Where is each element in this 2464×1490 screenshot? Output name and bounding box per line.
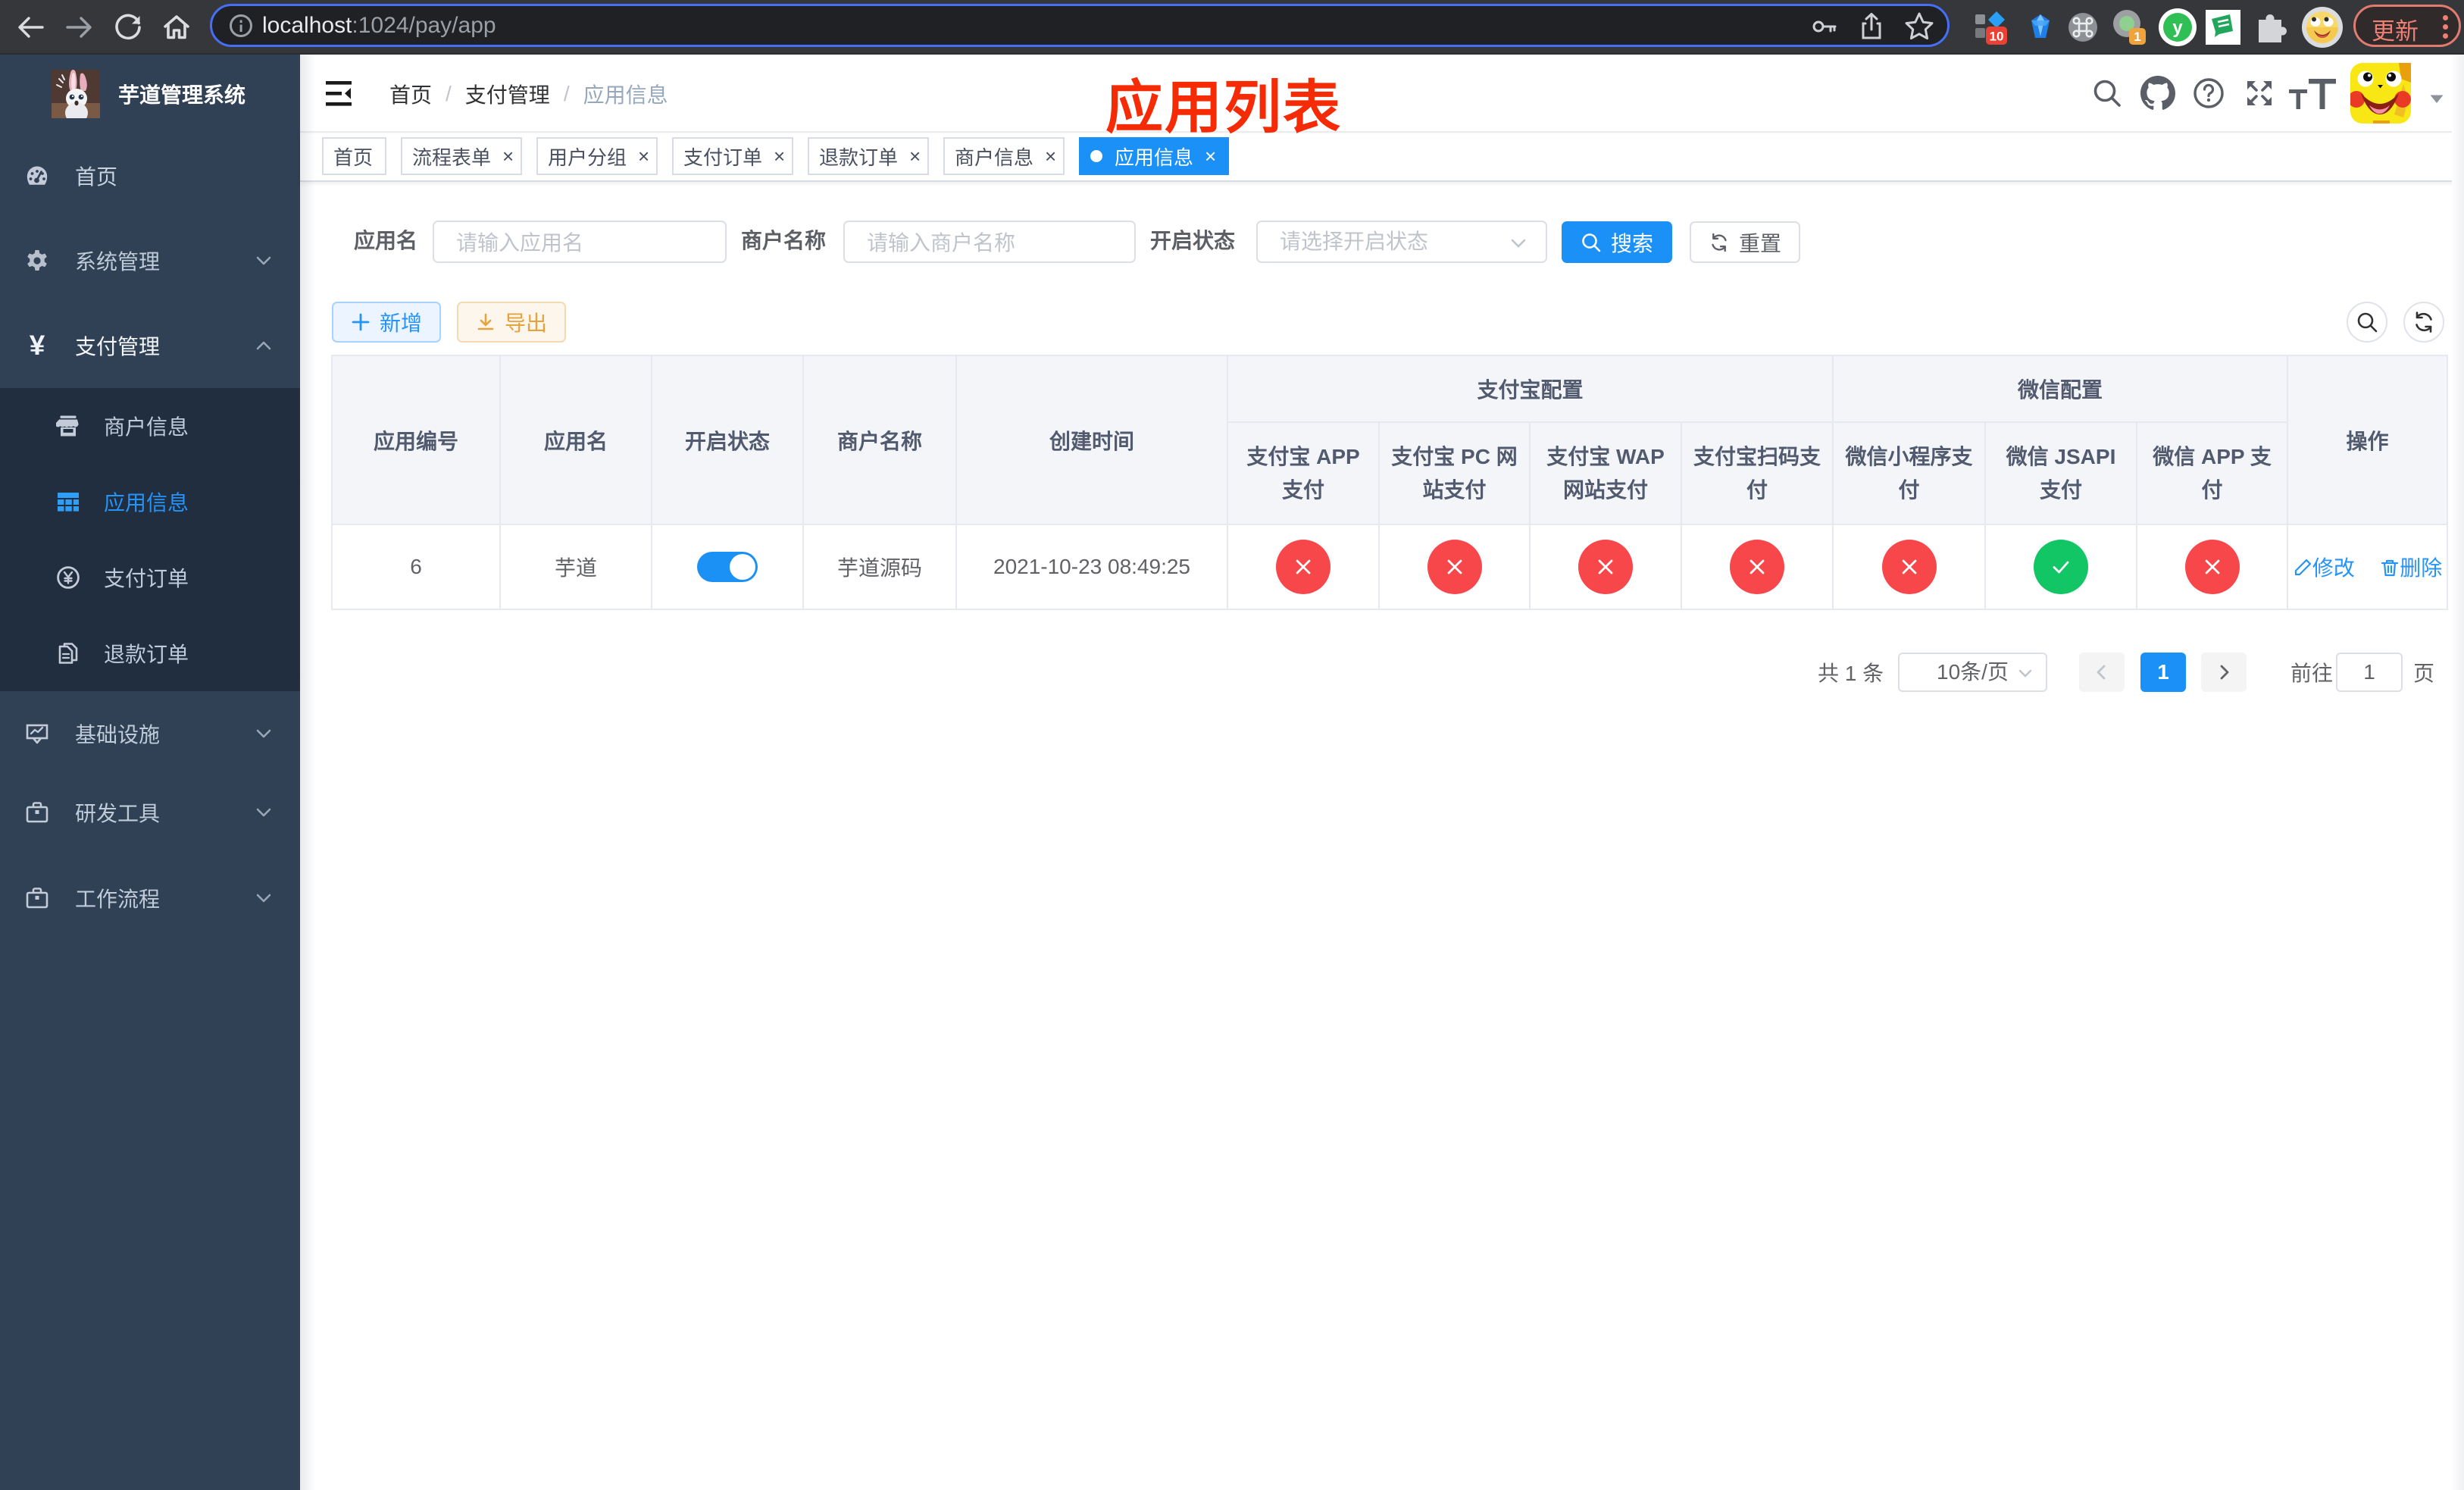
svg-text:y: y [2172,17,2183,38]
svg-text:1: 1 [2134,30,2140,44]
svg-text:10: 10 [1990,30,2004,44]
